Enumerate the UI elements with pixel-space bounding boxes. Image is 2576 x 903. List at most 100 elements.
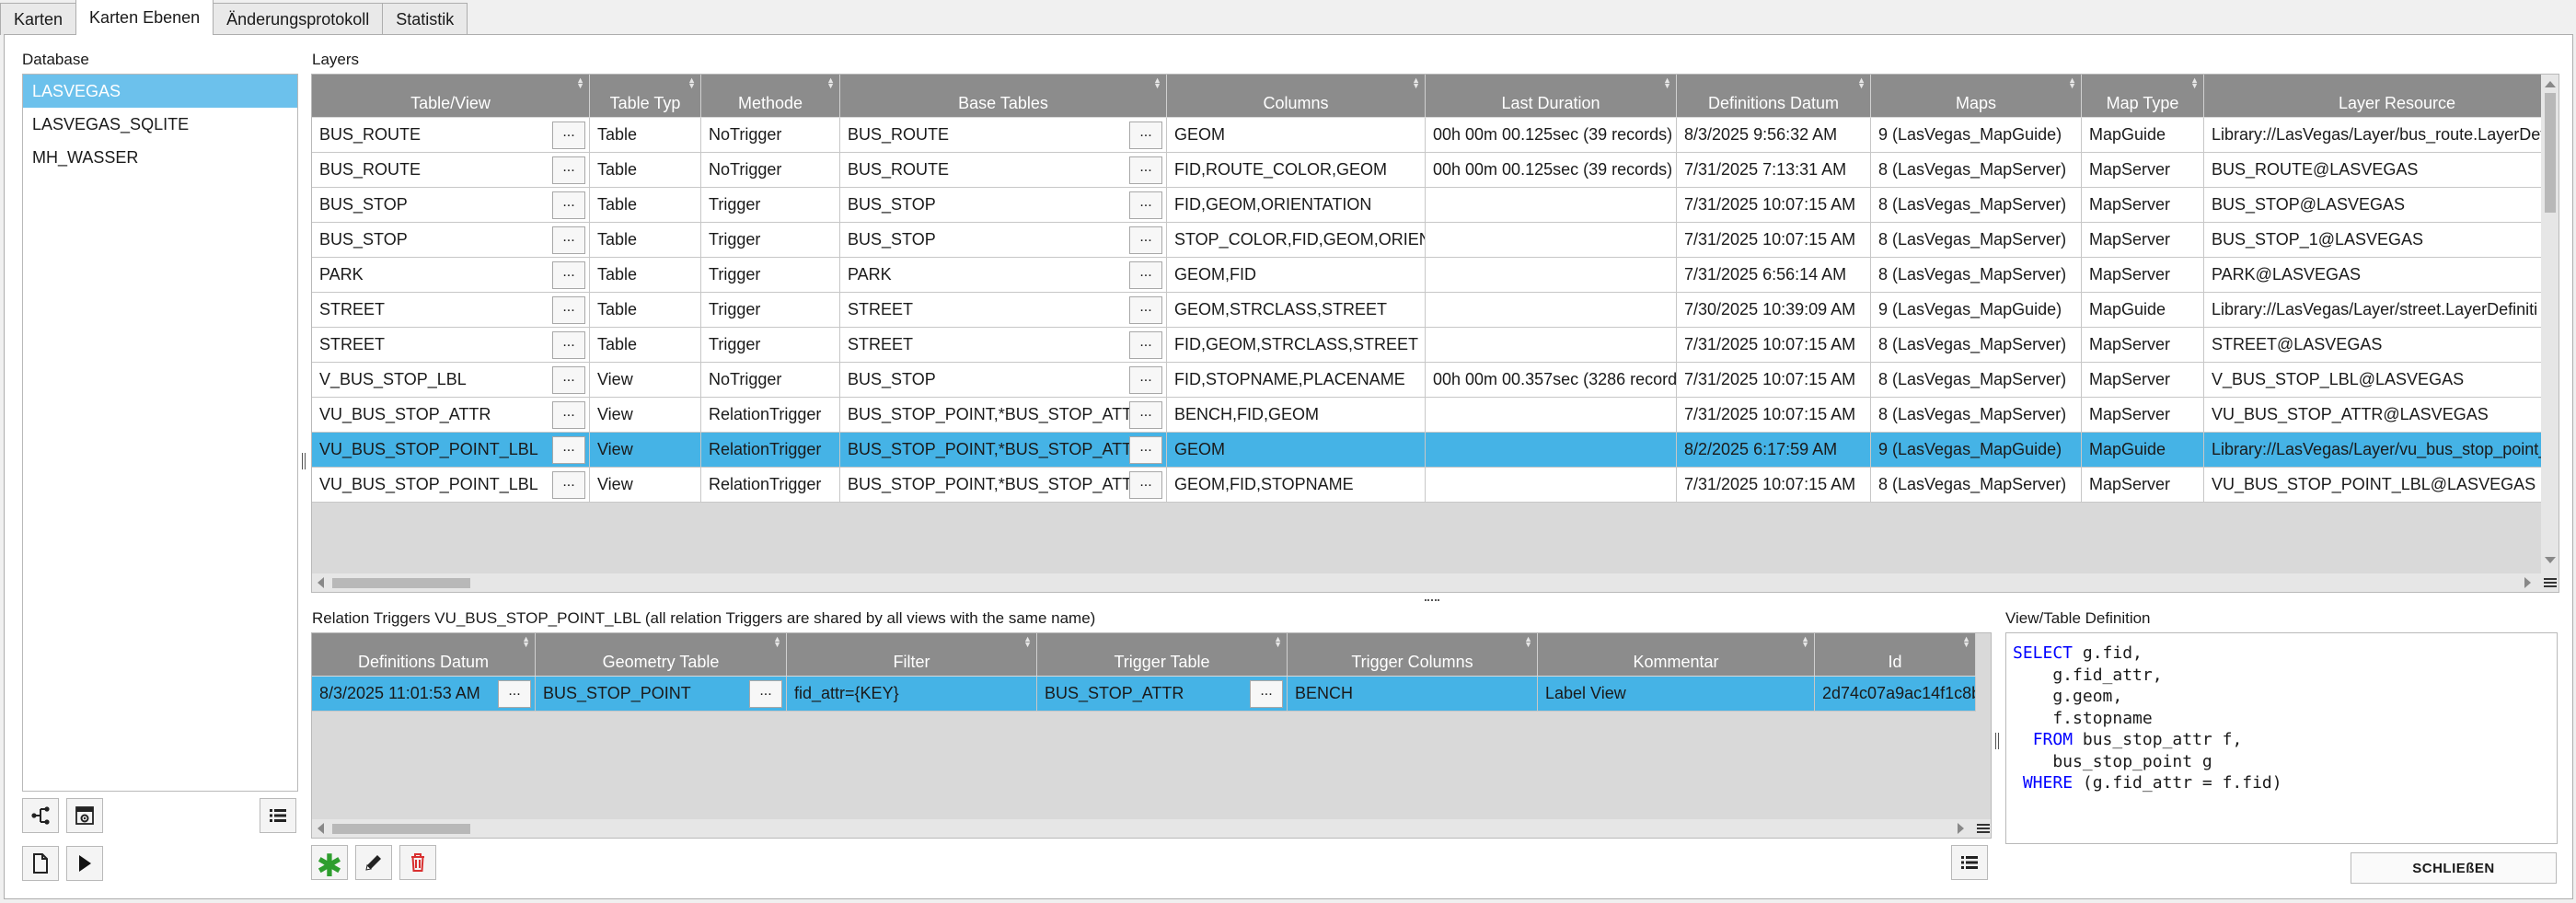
table-row[interactable]: VU_BUS_STOP_POINT_LBL... View RelationTrig… xyxy=(312,433,2559,468)
new-document-button[interactable] xyxy=(22,846,59,881)
ellipsis-button[interactable]: ... xyxy=(552,261,585,289)
table-cell[interactable]: BUS_STOP... xyxy=(840,363,1167,397)
table-cell[interactable]: FID,STOPNAME,PLACENAME xyxy=(1167,363,1426,397)
ellipsis-button[interactable]: ... xyxy=(1129,331,1162,359)
table-cell[interactable]: 7/31/2025 10:07:15 AM xyxy=(1677,363,1871,397)
column-header[interactable]: Geometry Table ▲ ▼ xyxy=(536,633,787,676)
table-cell[interactable]: STREET@LASVEGAS xyxy=(2204,328,2559,362)
ellipsis-button[interactable]: ... xyxy=(1129,401,1162,429)
table-cell[interactable]: STREET... xyxy=(840,293,1167,327)
table-cell[interactable]: 7/31/2025 10:07:15 AM xyxy=(1677,188,1871,222)
relations-hscroll-thumb[interactable] xyxy=(332,824,470,834)
table-cell[interactable]: MapGuide xyxy=(2082,433,2204,467)
table-cell[interactable] xyxy=(1426,398,1677,432)
ellipsis-button[interactable]: ... xyxy=(552,122,585,149)
table-cell[interactable]: BUS_STOP_POINT,*BUS_STOP_ATTR... xyxy=(840,433,1167,467)
table-cell[interactable]: NoTrigger xyxy=(701,118,840,152)
ellipsis-button[interactable]: ... xyxy=(1129,156,1162,184)
table-cell[interactable]: BUS_STOP... xyxy=(840,223,1167,257)
table-cell[interactable]: Table xyxy=(590,118,701,152)
table-cell[interactable]: 7/31/2025 10:07:15 AM xyxy=(1677,398,1871,432)
table-cell[interactable]: RelationTrigger xyxy=(701,398,840,432)
database-config-button[interactable] xyxy=(66,798,103,833)
horizontal-splitter[interactable] xyxy=(1425,597,1445,603)
ellipsis-button[interactable]: ... xyxy=(552,226,585,254)
table-cell[interactable]: 00h 00m 00.357sec (3286 record xyxy=(1426,363,1677,397)
table-cell[interactable]: BUS_STOP_1@LASVEGAS xyxy=(2204,223,2559,257)
vertical-splitter-right[interactable] xyxy=(1993,733,2000,753)
table-cell[interactable]: STOP_COLOR,FID,GEOM,ORIENTA xyxy=(1167,223,1426,257)
table-cell[interactable]: 8 (LasVegas_MapServer) xyxy=(1871,153,2082,187)
table-cell[interactable]: GEOM,FID xyxy=(1167,258,1426,292)
table-cell[interactable]: 8 (LasVegas_MapServer) xyxy=(1871,363,2082,397)
table-cell[interactable]: 7/31/2025 10:07:15 AM xyxy=(1677,468,1871,502)
table-cell[interactable]: View xyxy=(590,433,701,467)
table-cell[interactable]: fid_attr={KEY} xyxy=(787,677,1037,711)
table-cell[interactable]: VU_BUS_STOP_ATTR... xyxy=(312,398,590,432)
table-cell[interactable]: MapGuide xyxy=(2082,118,2204,152)
table-cell[interactable]: VU_BUS_STOP_ATTR@LASVEGAS xyxy=(2204,398,2559,432)
table-cell[interactable]: BUS_STOP_POINT,*BUS_STOP_ATTR... xyxy=(840,468,1167,502)
table-cell[interactable]: GEOM xyxy=(1167,433,1426,467)
table-cell[interactable]: 8 (LasVegas_MapServer) xyxy=(1871,258,2082,292)
table-cell[interactable]: BENCH xyxy=(1288,677,1538,711)
table-cell[interactable]: RelationTrigger xyxy=(701,433,840,467)
ellipsis-button[interactable]: ... xyxy=(552,191,585,219)
table-cell[interactable]: PARK@LASVEGAS xyxy=(2204,258,2559,292)
ellipsis-button[interactable]: ... xyxy=(1129,191,1162,219)
table-cell[interactable]: BUS_STOP... xyxy=(312,188,590,222)
table-cell[interactable]: 8 (LasVegas_MapServer) xyxy=(1871,328,2082,362)
column-header[interactable]: Columns ▲ ▼ xyxy=(1167,75,1426,117)
relations-grid[interactable]: Definitions Datum ▲ ▼ Geometry Table ▲ ▼ Fil… xyxy=(311,632,1992,839)
column-header[interactable]: Table/View ▲ ▼ xyxy=(312,75,590,117)
ellipsis-button[interactable]: ... xyxy=(1129,296,1162,324)
tab-karten[interactable]: Karten xyxy=(0,3,77,35)
table-cell[interactable]: MapServer xyxy=(2082,258,2204,292)
hierarchy-button[interactable] xyxy=(22,798,59,833)
table-cell[interactable]: 00h 00m 00.125sec (39 records) xyxy=(1426,153,1677,187)
table-cell[interactable]: MapServer xyxy=(2082,468,2204,502)
table-row[interactable]: 8/3/2025 11:01:53 AM... BUS_STOP_POINT...… xyxy=(312,677,1976,712)
database-item[interactable]: LASVEGAS xyxy=(23,75,297,108)
column-header[interactable]: Table Typ ▲ ▼ xyxy=(590,75,701,117)
column-header[interactable]: Last Duration ▲ ▼ xyxy=(1426,75,1677,117)
relations-column-chooser[interactable] xyxy=(1974,819,1991,838)
table-row[interactable]: BUS_ROUTE... Table NoTrigger BUS_ROUTE... GE… xyxy=(312,118,2559,153)
table-cell[interactable]: STREET... xyxy=(840,328,1167,362)
table-cell[interactable]: BUS_STOP@LASVEGAS xyxy=(2204,188,2559,222)
tab-statistik[interactable]: Statistik xyxy=(382,3,468,35)
ellipsis-button[interactable]: ... xyxy=(1129,122,1162,149)
table-cell[interactable]: MapGuide xyxy=(2082,293,2204,327)
layers-grid[interactable]: Table/View ▲ ▼ Table Typ ▲ ▼ Methode ▲ ▼ Base … xyxy=(311,74,2559,593)
database-item[interactable]: MH_WASSER xyxy=(23,141,297,174)
table-cell[interactable]: 9 (LasVegas_MapGuide) xyxy=(1871,118,2082,152)
table-cell[interactable]: View xyxy=(590,468,701,502)
table-cell[interactable]: Table xyxy=(590,223,701,257)
column-header[interactable]: Kommentar ▲ ▼ xyxy=(1538,633,1815,676)
table-cell[interactable]: 7/31/2025 7:13:31 AM xyxy=(1677,153,1871,187)
table-row[interactable]: STREET... Table Trigger STREET... FID,GEOM,S… xyxy=(312,328,2559,363)
table-cell[interactable]: BUS_ROUTE@LASVEGAS xyxy=(2204,153,2559,187)
column-header[interactable]: Trigger Table ▲ ▼ xyxy=(1037,633,1288,676)
table-cell[interactable]: PARK... xyxy=(312,258,590,292)
ellipsis-button[interactable]: ... xyxy=(1129,436,1162,464)
database-list[interactable]: LASVEGAS LASVEGAS_SQLITE MH_WASSER xyxy=(22,74,298,792)
vertical-splitter-left[interactable] xyxy=(299,453,306,473)
table-cell[interactable]: MapServer xyxy=(2082,188,2204,222)
table-cell[interactable]: STREET... xyxy=(312,293,590,327)
table-cell[interactable]: Library://LasVegas/Layer/vu_bus_stop_poi… xyxy=(2204,433,2559,467)
table-cell[interactable]: BUS_STOP... xyxy=(840,188,1167,222)
column-header[interactable]: Definitions Datum ▲ ▼ xyxy=(1677,75,1871,117)
tab-karten-ebenen[interactable]: Karten Ebenen xyxy=(75,0,214,35)
table-row[interactable]: STREET... Table Trigger STREET... GEOM,STRCL… xyxy=(312,293,2559,328)
table-cell[interactable]: Trigger xyxy=(701,328,840,362)
ellipsis-button[interactable]: ... xyxy=(552,296,585,324)
table-cell[interactable]: Trigger xyxy=(701,258,840,292)
table-cell[interactable]: NoTrigger xyxy=(701,363,840,397)
ellipsis-button[interactable]: ... xyxy=(552,471,585,499)
ellipsis-button[interactable]: ... xyxy=(552,331,585,359)
table-cell[interactable]: View xyxy=(590,363,701,397)
column-header[interactable]: Methode ▲ ▼ xyxy=(701,75,840,117)
ellipsis-button[interactable]: ... xyxy=(1129,366,1162,394)
table-cell[interactable] xyxy=(1426,433,1677,467)
